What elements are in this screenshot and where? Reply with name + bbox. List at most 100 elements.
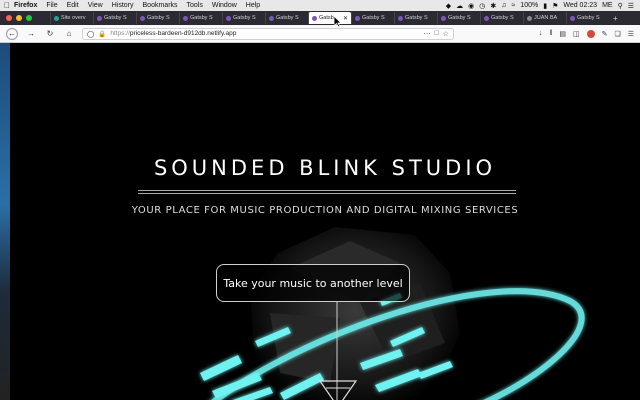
shield-icon[interactable]: ◯: [87, 30, 94, 38]
tab[interactable]: Gatsby S: [93, 12, 136, 24]
tab[interactable]: Site overv: [50, 12, 93, 24]
menu-history[interactable]: History: [112, 2, 134, 9]
tab[interactable]: Gatsby S: [179, 12, 222, 24]
eyedropper-icon[interactable]: ✎: [602, 30, 608, 38]
macos-menubar:  Firefox File Edit View History Bookmar…: [0, 0, 640, 11]
tab-label: Site overv: [61, 15, 86, 21]
menu-icon[interactable]: ☰: [628, 30, 634, 38]
tab-label: Gatsby S: [491, 15, 514, 21]
menu-window[interactable]: Window: [212, 2, 237, 9]
sidebar-icon[interactable]: ▤: [559, 30, 566, 38]
tab-label: Gatsby S: [276, 15, 299, 21]
tab-label: Gatsby S: [147, 15, 170, 21]
tab-favicon: [226, 15, 231, 21]
close-tab-icon[interactable]: ✕: [343, 15, 348, 22]
tab-strip: Site overv Gatsby S Gatsby S Gatsby S Ga…: [0, 11, 640, 25]
volume-icon[interactable]: ♫: [501, 2, 506, 9]
reader-icon[interactable]: ◫: [573, 30, 580, 38]
cloud-icon[interactable]: ☁: [456, 2, 463, 10]
dropbox-icon[interactable]: ◆: [446, 2, 451, 10]
tab-favicon: [269, 15, 274, 21]
url-actions: ⋯ □ ☆: [423, 30, 449, 38]
tab[interactable]: Gatsby S: [265, 12, 308, 24]
tab[interactable]: JUAN BA: [523, 12, 566, 24]
tab-label: Gatsby S: [233, 15, 256, 21]
toolbar-icons: ↓ ‖ ▤ ◫ ✎ ❏ ☰: [539, 29, 634, 38]
tab-favicon: [484, 15, 489, 21]
menu-bookmarks[interactable]: Bookmarks: [143, 2, 178, 9]
lock-icon[interactable]: 🔒: [98, 30, 106, 38]
battery-icon[interactable]: ▮: [543, 2, 547, 10]
web-page: SOUNDED BLINK STUDIO YOUR PLACE FOR MUSI…: [10, 43, 640, 400]
flag-icon[interactable]: ⚑: [552, 2, 558, 10]
menu-tools[interactable]: Tools: [187, 2, 203, 9]
menu-edit[interactable]: Edit: [67, 2, 79, 9]
tab-label: Gatsby S: [577, 15, 600, 21]
minimize-window-button[interactable]: [16, 15, 22, 21]
downloads-icon[interactable]: ↓: [539, 30, 543, 37]
hero-artwork: [200, 227, 585, 400]
battery-percent[interactable]: 100%: [520, 2, 538, 9]
window-controls: [0, 15, 50, 21]
user-name[interactable]: ME: [602, 2, 613, 9]
title-divider: [138, 190, 516, 194]
tab-favicon: [527, 15, 532, 21]
tab-favicon: [54, 15, 59, 21]
tab[interactable]: Gatsby S: [351, 12, 394, 24]
new-tab-button[interactable]: +: [613, 14, 618, 23]
library-icon[interactable]: ‖: [549, 30, 552, 37]
zoom-window-button[interactable]: [26, 15, 32, 21]
url-protocol: https://: [110, 30, 130, 37]
bookmark-star-icon[interactable]: ☆: [443, 30, 449, 38]
tab-favicon: [97, 15, 102, 21]
url-host: priceless-bardeen-d912db.netlify.app: [129, 30, 237, 37]
menu-help[interactable]: Help: [246, 2, 260, 9]
tab-label: Gatsby S: [104, 15, 127, 21]
pocket-icon[interactable]: □: [434, 30, 438, 38]
back-button[interactable]: ←: [6, 27, 18, 40]
tab[interactable]: Gatsby S: [437, 12, 480, 24]
extension-puzzle-icon[interactable]: ❏: [614, 30, 620, 38]
navigation-bar: ← → ↻ ⌂ ◯ 🔒 https://priceless-bardeen-d9…: [0, 25, 640, 43]
tab-label: Gatsby S: [190, 15, 213, 21]
page-title: SOUNDED BLINK STUDIO: [153, 156, 497, 180]
cta-button[interactable]: Take your music to another level: [216, 264, 410, 302]
eye-icon[interactable]: ◉: [468, 2, 474, 10]
tab-active[interactable]: Gatsb ✕: [308, 12, 351, 24]
tab-label: Gatsby S: [362, 15, 385, 21]
desktop-background-strip: [0, 43, 10, 400]
glow-shard: [200, 355, 242, 381]
url-bar[interactable]: ◯ 🔒 https://priceless-bardeen-d912db.net…: [82, 27, 454, 40]
search-icon[interactable]: ⚲: [618, 2, 623, 10]
home-button[interactable]: ⌂: [63, 28, 75, 40]
wifi-icon[interactable]: ≈: [511, 2, 515, 9]
reload-button[interactable]: ↻: [44, 28, 56, 40]
tab-label: Gatsby S: [405, 15, 428, 21]
control-center-icon[interactable]: ☰: [628, 2, 634, 10]
tab-favicon: [570, 15, 575, 21]
mouse-cursor-arrow: [334, 16, 342, 27]
close-window-button[interactable]: [6, 15, 12, 21]
apple-icon[interactable]: : [0, 1, 14, 10]
clock-text[interactable]: Wed 02:23: [563, 2, 597, 9]
page-subtitle: YOUR PLACE FOR MUSIC PRODUCTION AND DIGI…: [131, 205, 519, 216]
tab-label: Gatsb: [319, 15, 334, 21]
tab[interactable]: Gatsby S: [222, 12, 265, 24]
menu-app-name[interactable]: Firefox: [14, 2, 37, 9]
bluetooth-icon[interactable]: ✱: [490, 2, 496, 10]
forward-button[interactable]: →: [25, 28, 37, 40]
menu-file[interactable]: File: [46, 2, 57, 9]
tab-favicon: [441, 15, 446, 21]
tab-label: Gatsby S: [448, 15, 471, 21]
tab[interactable]: Gatsby S: [394, 12, 437, 24]
tab[interactable]: Gatsby S: [480, 12, 523, 24]
tab[interactable]: Gatsby S: [566, 12, 609, 24]
menu-view[interactable]: View: [88, 2, 103, 9]
page-actions-icon[interactable]: ⋯: [423, 30, 430, 38]
clock-icon[interactable]: ◷: [479, 2, 485, 10]
extension-icon[interactable]: [586, 29, 595, 38]
tab[interactable]: Gatsby S: [136, 12, 179, 24]
screen:  Firefox File Edit View History Bookmar…: [0, 0, 640, 400]
mouse-cursor: [334, 16, 342, 27]
status-area: ◆ ☁ ◉ ◷ ✱ ♫ ≈ 100% ▮ ⚑ Wed 02:23 ME ⚲ ☰: [446, 2, 640, 10]
